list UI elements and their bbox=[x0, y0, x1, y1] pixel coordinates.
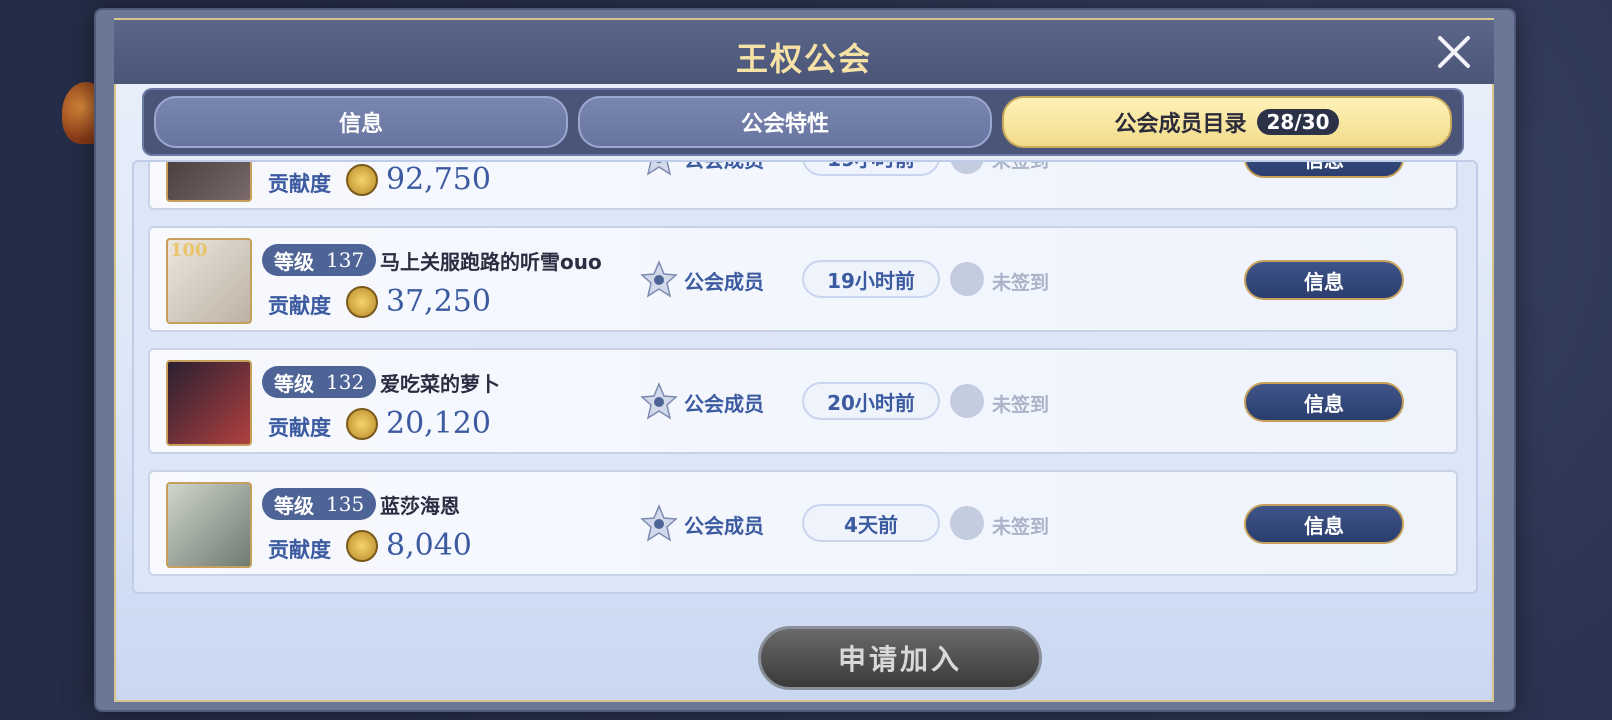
member-name: 爱吃菜的萝卜 bbox=[380, 372, 500, 396]
contribution-value: 92,750 bbox=[386, 162, 491, 197]
level-value: 135 bbox=[326, 492, 365, 516]
member-info-button[interactable]: 信息 bbox=[1244, 162, 1404, 178]
checkmark-icon bbox=[950, 262, 984, 296]
member-name: 马上关服跑路的听雪ouo bbox=[380, 250, 602, 274]
tab-info[interactable]: 信息 bbox=[154, 96, 568, 148]
role-emblem-icon bbox=[640, 382, 678, 420]
avatar[interactable]: 100 bbox=[166, 238, 252, 324]
role-emblem-icon bbox=[646, 162, 672, 176]
level-label: 等级 bbox=[274, 249, 314, 274]
dialog-title: 王权公会 bbox=[735, 40, 872, 78]
tab-info-label: 信息 bbox=[338, 112, 383, 137]
level-label: 等级 bbox=[274, 371, 314, 396]
avatar[interactable] bbox=[166, 482, 252, 568]
level-value: 137 bbox=[326, 248, 365, 272]
member-row: 100 等级 137 马上关服跑路的听雪ouo 贡献度 37,250 公会成员 … bbox=[148, 226, 1458, 332]
apply-join-button[interactable]: 申请加入 bbox=[758, 626, 1042, 690]
member-row: 等级 132 爱吃菜的萝卜 贡献度 20,120 公会成员 20小时前 未签到 … bbox=[148, 348, 1458, 454]
role-label: 公会成员 bbox=[684, 392, 764, 416]
member-row: 等级 135 蓝莎海恩 贡献度 8,040 公会成员 4天前 未签到 信息 bbox=[148, 470, 1458, 576]
contribution-label: 贡献度 bbox=[268, 172, 331, 196]
role-emblem-icon bbox=[640, 260, 678, 298]
contribution-value: 37,250 bbox=[386, 284, 491, 319]
tab-bar: 信息 公会特性 公会成员目录 28/30 bbox=[144, 90, 1462, 154]
member-info-button[interactable]: 信息 bbox=[1244, 260, 1404, 300]
last-online: 19小时前 bbox=[802, 162, 940, 176]
checkin-status: 未签到 bbox=[992, 160, 1050, 172]
avatar-level-badge: 100 bbox=[170, 240, 208, 261]
last-online: 19小时前 bbox=[802, 260, 940, 298]
tab-member-list-label: 公会成员目录 bbox=[1114, 112, 1247, 137]
checkmark-icon bbox=[950, 506, 984, 540]
checkin-status: 未签到 bbox=[992, 272, 1050, 294]
role-label: 公会成员 bbox=[684, 270, 764, 294]
dialog-titlebar: 王权公会 bbox=[114, 20, 1494, 84]
contribution-label: 贡献度 bbox=[268, 294, 331, 318]
last-online: 4天前 bbox=[802, 504, 940, 542]
role-label: 公会成员 bbox=[684, 514, 764, 538]
tab-guild-traits-label: 公会特性 bbox=[740, 112, 829, 137]
coin-icon bbox=[346, 530, 378, 562]
last-online: 20小时前 bbox=[802, 382, 940, 420]
guild-dialog: 王权公会 信息 公会特性 公会成员目录 28/30 贡献度 92,750 公会成… bbox=[96, 10, 1514, 710]
contribution-label: 贡献度 bbox=[268, 538, 331, 562]
member-name: 蓝莎海恩 bbox=[380, 494, 460, 518]
level-badge: 等级 135 bbox=[262, 488, 377, 520]
checkmark-icon bbox=[950, 162, 984, 174]
level-badge: 等级 132 bbox=[262, 366, 377, 398]
role-emblem-icon bbox=[640, 504, 678, 542]
contribution-label: 贡献度 bbox=[268, 416, 331, 440]
member-info-button[interactable]: 信息 bbox=[1244, 382, 1404, 422]
level-value: 132 bbox=[326, 370, 365, 394]
coin-icon bbox=[346, 408, 378, 440]
avatar[interactable] bbox=[166, 360, 252, 446]
member-count-badge: 28/30 bbox=[1256, 109, 1340, 135]
coin-icon bbox=[346, 286, 378, 318]
checkmark-icon bbox=[950, 384, 984, 418]
level-badge: 等级 137 bbox=[262, 244, 377, 276]
close-button[interactable] bbox=[1434, 32, 1474, 72]
role-label: 公会成员 bbox=[684, 160, 764, 172]
tab-guild-traits[interactable]: 公会特性 bbox=[578, 96, 992, 148]
contribution-value: 20,120 bbox=[386, 406, 491, 441]
member-info-button[interactable]: 信息 bbox=[1244, 504, 1404, 544]
member-row: 贡献度 92,750 公会成员 19小时前 未签到 信息 bbox=[148, 160, 1458, 210]
close-icon bbox=[1438, 36, 1470, 68]
checkin-status: 未签到 bbox=[992, 394, 1050, 416]
level-label: 等级 bbox=[274, 493, 314, 518]
checkin-status: 未签到 bbox=[992, 516, 1050, 538]
contribution-value: 8,040 bbox=[386, 528, 472, 563]
avatar[interactable] bbox=[166, 162, 252, 202]
tab-member-list[interactable]: 公会成员目录 28/30 bbox=[1002, 96, 1452, 148]
member-list[interactable]: 贡献度 92,750 公会成员 19小时前 未签到 信息 100 等级 137 … bbox=[132, 160, 1478, 594]
coin-icon bbox=[346, 164, 378, 196]
